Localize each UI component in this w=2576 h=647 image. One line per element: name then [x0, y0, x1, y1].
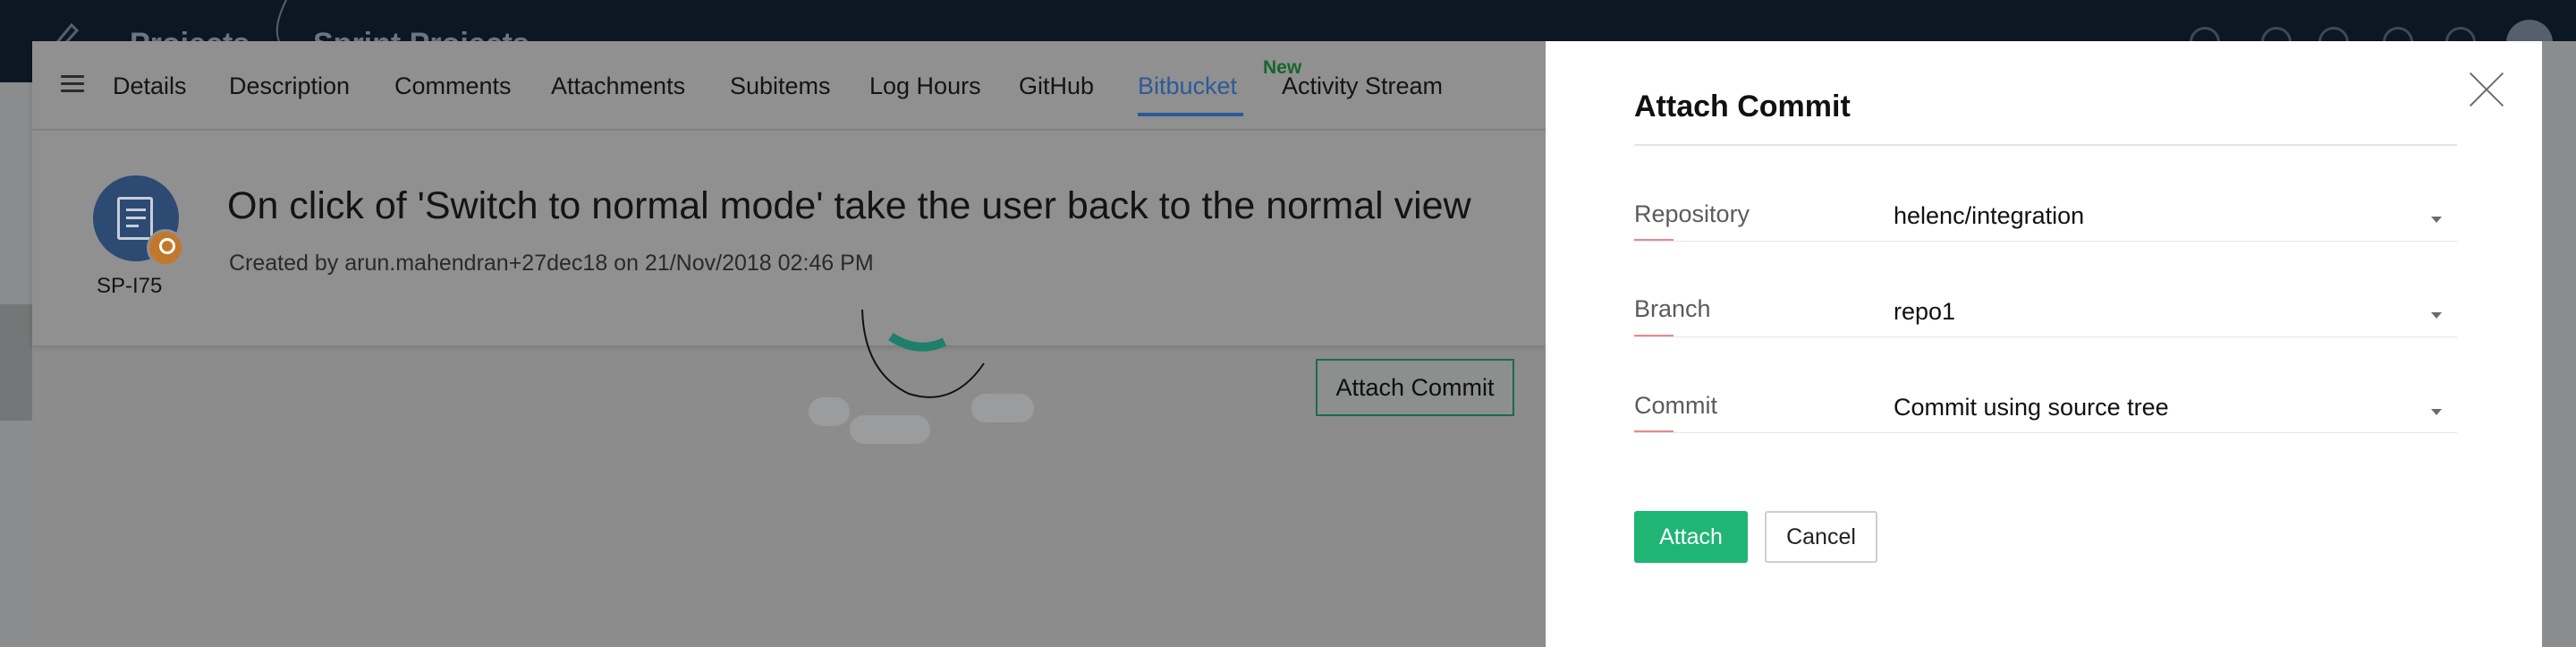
panel-divider	[1634, 144, 2457, 146]
active-tab-indicator	[1138, 113, 1243, 116]
tab-description[interactable]: Description	[229, 72, 350, 100]
item-detail-view: Details Description Comments Attachments…	[32, 41, 1546, 647]
panel-title: Attach Commit	[1634, 89, 1851, 123]
hamburger-menu-icon[interactable]	[61, 75, 84, 93]
loading-spinner	[809, 310, 1034, 453]
tab-attachments[interactable]: Attachments	[551, 72, 685, 100]
chevron-down-icon[interactable]	[2431, 409, 2442, 415]
tab-subitems[interactable]: Subitems	[730, 72, 831, 100]
commit-select[interactable]: Commit using source tree	[1894, 394, 2169, 421]
close-icon[interactable]	[2469, 72, 2504, 107]
placeholder-blob	[809, 397, 850, 426]
tab-log-hours[interactable]: Log Hours	[869, 72, 981, 100]
attach-button[interactable]: Attach	[1634, 511, 1748, 563]
attach-commit-panel: Attach Commit Repository helenc/integrat…	[1546, 41, 2542, 647]
repository-select[interactable]: helenc/integration	[1894, 202, 2084, 230]
document-icon	[117, 197, 153, 240]
field-divider	[1634, 336, 2457, 337]
field-divider	[1634, 432, 2457, 433]
branch-label: Branch	[1634, 295, 1711, 322]
tab-details[interactable]: Details	[113, 72, 187, 100]
field-divider	[1634, 241, 2457, 242]
tab-comments[interactable]: Comments	[394, 72, 512, 100]
spinner-ring-icon	[861, 310, 985, 398]
commit-label: Commit	[1634, 392, 1717, 419]
owner-user-icon	[147, 229, 184, 267]
chevron-down-icon[interactable]	[2431, 217, 2442, 223]
cancel-button[interactable]: Cancel	[1765, 511, 1877, 563]
chevron-down-icon[interactable]	[2431, 312, 2442, 319]
attach-commit-button[interactable]: Attach Commit	[1316, 359, 1514, 416]
branch-select[interactable]: repo1	[1894, 298, 1955, 326]
repository-label: Repository	[1634, 200, 1750, 227]
tab-github[interactable]: GitHub	[1019, 72, 1094, 100]
overlay-right-edge	[2542, 41, 2576, 647]
tab-bitbucket[interactable]: Bitbucket	[1138, 72, 1237, 100]
detail-tabs: Details Description Comments Attachments…	[32, 41, 1546, 131]
item-detail-header: Details Description Comments Attachments…	[32, 41, 1546, 345]
item-title[interactable]: On click of 'Switch to normal mode' take…	[227, 184, 1471, 228]
tab-activity-stream[interactable]: Activity Stream	[1282, 72, 1443, 100]
separator-icon	[275, 0, 287, 41]
item-created-meta: Created by arun.mahendran+27dec18 on 21/…	[229, 251, 874, 276]
sidebar-collapsed-strip	[0, 304, 32, 421]
item-id: SP-I75	[97, 274, 163, 298]
